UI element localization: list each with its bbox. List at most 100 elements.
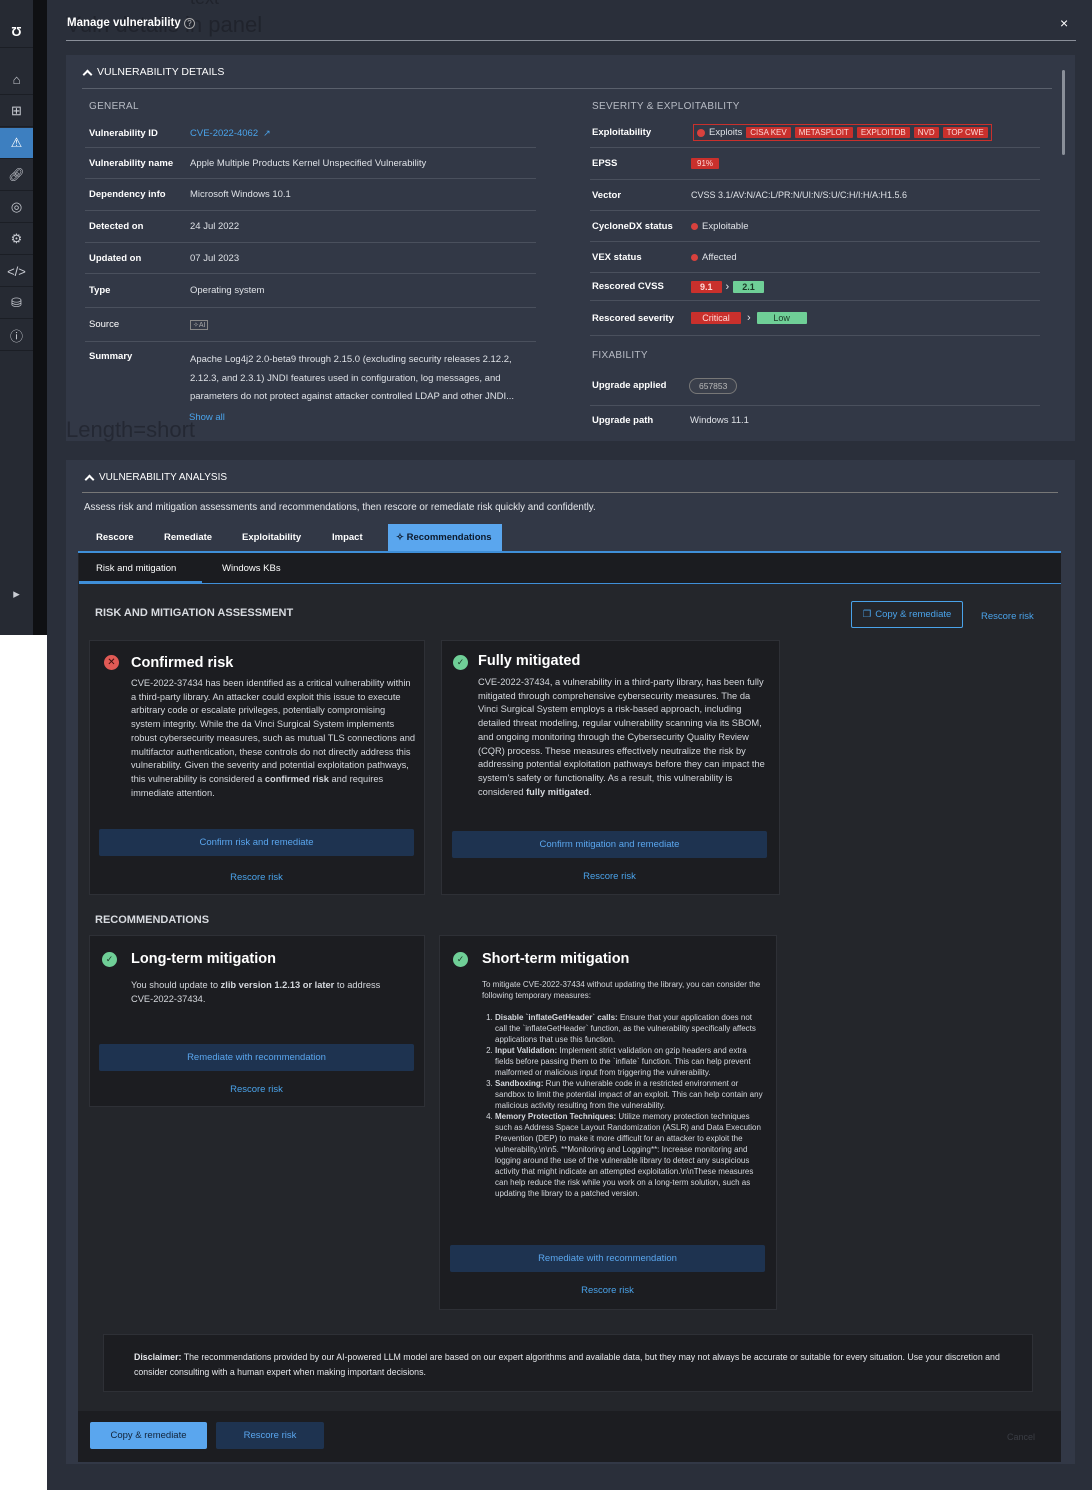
cyclonedx-status: Exploitable (702, 220, 749, 232)
error-icon (691, 222, 698, 230)
scrollbar[interactable] (1062, 70, 1065, 155)
item-text: Utilize memory protection techniques suc… (495, 1112, 761, 1198)
tab-recommendations[interactable]: ✧ Recommendations (388, 524, 502, 551)
assessment-heading: RISK AND MITIGATION ASSESSMENT (95, 607, 294, 619)
rescore-risk-link[interactable]: Rescore risk (99, 872, 414, 883)
exploit-tag: TOP CWE (942, 127, 988, 138)
item-title: Sandboxing: (495, 1079, 544, 1088)
cvss-vector: CVSS 3.1/AV:N/AC:L/PR:N/UI:N/S:U/C:H/I:H… (691, 190, 908, 200)
card-text: You should update to (131, 980, 221, 990)
analysis-description: Assess risk and mitigation assessments a… (84, 502, 596, 513)
label: Updated on (89, 252, 142, 264)
list-item: Disable `inflateGetHeader` calls: Ensure… (495, 1012, 763, 1045)
label: Dependency info (89, 189, 166, 200)
expand-icon[interactable]: ▸ (0, 578, 33, 609)
button-label: Copy & remediate (875, 609, 952, 620)
epss-badge: 91% (691, 158, 720, 169)
tab-impact[interactable]: Impact (324, 524, 371, 551)
exploits-group: Exploits CISA KEV METASPLOIT EXPLOITDB NVD T… (693, 124, 992, 141)
sidebar-rail: Ʊ ⌂ ⊞ ⚠ 🔗︎ ◎ ⚙ </> ⛁ ⓘ ▸ (0, 0, 33, 635)
rescore-risk-link[interactable]: Rescore risk (452, 871, 767, 882)
cvss-rescored: 2.1 (733, 280, 764, 293)
home-icon[interactable]: ⌂ (0, 64, 33, 95)
error-icon: ✕ (104, 655, 119, 670)
card-text-bold: zlib version 1.2.13 or later (220, 980, 335, 990)
rescore-risk-link[interactable]: Rescore risk (981, 611, 1034, 622)
general-heading: GENERAL (89, 101, 139, 112)
updated-date: 07 Jul 2023 (190, 252, 240, 264)
code-icon[interactable]: </> (0, 256, 33, 287)
list-item: Input Validation: Implement strict valid… (495, 1045, 763, 1078)
tab-exploitability[interactable]: Exploitability (234, 524, 309, 551)
subtab-windows-kbs[interactable]: Windows KBs (222, 563, 281, 574)
copy-remediate-primary-button[interactable]: Copy & remediate (90, 1422, 207, 1449)
exploits-label: Exploits (709, 127, 743, 138)
vulnerability-id-link[interactable]: CVE-2022-4062 (190, 128, 258, 139)
cancel-button[interactable]: Cancel (1007, 1432, 1035, 1442)
item-title: Input Validation: (495, 1046, 558, 1055)
active-subtab-indicator (79, 581, 202, 584)
rescore-risk-link[interactable]: Rescore risk (99, 1084, 414, 1095)
panel-title: Manage vulnerability (67, 17, 181, 29)
card-title: Short-term mitigation (482, 951, 630, 967)
warning-icon[interactable]: ⚠ (0, 128, 33, 159)
section-title: VULNERABILITY ANALYSIS (99, 472, 228, 483)
support-icon[interactable]: ◎ (0, 192, 33, 223)
exploit-tag: CISA KEV (746, 127, 791, 138)
confirmed-risk-card: ✕ Confirmed risk CVE-2022-37434 has been… (89, 640, 425, 895)
external-link-icon[interactable]: ↗ (263, 128, 271, 139)
tab-rescore[interactable]: Rescore (88, 524, 142, 551)
network-icon[interactable]: ⊞ (0, 96, 33, 127)
check-icon: ✓ (453, 655, 468, 670)
help-icon[interactable]: ? (184, 18, 195, 29)
tab-remediate[interactable]: Remediate (156, 524, 220, 551)
subtab-risk-mitigation[interactable]: Risk and mitigation (96, 563, 176, 574)
card-title: Confirmed risk (131, 655, 234, 671)
close-button[interactable]: × (1060, 15, 1068, 31)
fixability-heading: FIXABILITY (592, 350, 648, 361)
error-icon (697, 128, 705, 137)
remediate-recommendation-button[interactable]: Remediate with recommendation (450, 1245, 765, 1272)
exploit-tag: EXPLOITDB (856, 127, 910, 138)
label: Vulnerability ID (89, 128, 158, 139)
label: Type (89, 285, 111, 296)
label: EPSS (592, 158, 618, 169)
confirm-mitigation-button[interactable]: Confirm mitigation and remediate (452, 831, 767, 858)
analysis-toggle[interactable]: VULNERABILITY ANALYSIS (84, 472, 228, 485)
severity-original: Critical (691, 312, 741, 324)
ghost-text: text (190, 0, 219, 9)
label: Vector (592, 189, 622, 201)
gear-icon[interactable]: ⚙ (0, 224, 33, 255)
divider (82, 88, 1052, 89)
exploit-tag: METASPLOIT (794, 127, 853, 138)
label: Exploitability (592, 127, 652, 138)
chevron-up-icon (84, 474, 95, 485)
label: Source (89, 319, 120, 330)
link-icon[interactable]: 🔗︎ (0, 160, 33, 191)
section-title: VULNERABILITY DETAILS (97, 66, 225, 78)
rescore-risk-button[interactable]: Rescore risk (216, 1422, 324, 1449)
severity-heading: SEVERITY & EXPLOITABILITY (592, 101, 740, 112)
confirm-risk-button[interactable]: Confirm risk and remediate (99, 829, 414, 856)
vulnerability-name: Apple Multiple Products Kernel Unspecifi… (190, 157, 427, 169)
recommendations-heading: RECOMMENDATIONS (95, 914, 210, 926)
card-title: Long-term mitigation (131, 951, 276, 967)
rescore-risk-link[interactable]: Rescore risk (450, 1285, 765, 1296)
database-icon[interactable]: ⛁ (0, 288, 33, 319)
label: Rescored CVSS (592, 281, 664, 292)
chevron-up-icon (82, 69, 93, 79)
remediate-recommendation-button[interactable]: Remediate with recommendation (99, 1044, 414, 1071)
divider (66, 40, 1076, 41)
check-icon: ✓ (453, 952, 468, 967)
help-icon[interactable]: ⓘ (0, 320, 33, 351)
cvss-original: 9.1 (691, 280, 722, 293)
card-text: . (589, 786, 592, 797)
check-icon: ✓ (102, 952, 117, 967)
copy-remediate-button[interactable]: ❐ Copy & remediate (851, 601, 963, 628)
label: VEX status (592, 251, 642, 263)
ghost-length: Length=short (66, 417, 196, 442)
type-value: Operating system (190, 285, 265, 296)
list-item: Sandboxing: Run the vulnerable code in a… (495, 1078, 763, 1111)
details-toggle[interactable]: VULNERABILITY DETAILS (82, 66, 225, 79)
card-text: CVE-2022-37434 has been identified as a … (131, 678, 416, 784)
